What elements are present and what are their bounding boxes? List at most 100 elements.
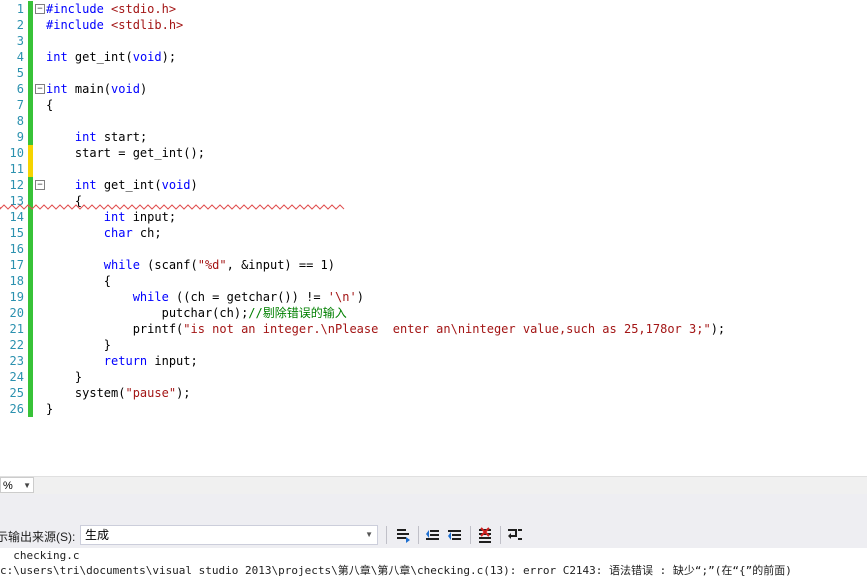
saved-change-marker: [28, 17, 33, 33]
output-source-select[interactable]: 生成 ▼: [80, 525, 378, 545]
saved-change-marker: [28, 305, 33, 321]
line-number: 16: [9, 242, 24, 256]
code-text: {: [46, 98, 54, 112]
code-line[interactable]: 3: [0, 33, 867, 49]
code-text: return input;: [103, 354, 198, 368]
line-number: 18: [9, 274, 24, 288]
collapse-icon[interactable]: −: [35, 84, 45, 94]
chevron-down-icon: ▼: [365, 530, 373, 539]
output-source-value: 生成: [85, 528, 110, 542]
saved-change-marker: [28, 273, 33, 289]
zoom-level-dropdown[interactable]: % ▼: [0, 477, 34, 493]
collapse-icon[interactable]: −: [35, 180, 45, 190]
code-text: while ((ch = getchar()) != '\n'): [132, 290, 364, 304]
code-line[interactable]: 2 #include <stdlib.h>: [0, 17, 867, 33]
code-line[interactable]: 8: [0, 113, 867, 129]
zoom-level-label: %: [3, 480, 13, 492]
code-line[interactable]: 7{: [0, 97, 867, 113]
saved-change-marker: [28, 33, 33, 49]
code-line[interactable]: 6 − int main(void): [0, 81, 867, 97]
line-number: 24: [9, 370, 24, 384]
toolbar-separator: [500, 526, 501, 544]
saved-change-marker: [28, 241, 33, 257]
code-line[interactable]: 1 − #include <stdio.h>: [0, 1, 867, 17]
code-line[interactable]: 11: [0, 161, 867, 177]
line-number: 7: [16, 98, 24, 112]
saved-change-marker: [28, 337, 33, 353]
code-text: #include <stdlib.h>: [46, 18, 184, 32]
saved-change-marker: [28, 289, 33, 305]
code-line[interactable]: 15 char ch;: [0, 225, 867, 241]
code-line[interactable]: 5: [0, 65, 867, 81]
saved-change-marker: [28, 385, 33, 401]
line-number: 22: [9, 338, 24, 352]
line-number: 19: [9, 290, 24, 304]
toolbar-separator: [386, 526, 387, 544]
line-number: 3: [16, 34, 24, 48]
toggle-word-wrap-icon[interactable]: [506, 526, 524, 544]
output-line[interactable]: c:\users\tri\documents\visual studio 201…: [0, 563, 792, 578]
code-line[interactable]: 4 int get_int(void);: [0, 49, 867, 65]
saved-change-marker: [28, 49, 33, 65]
error-squiggle: [0, 204, 345, 210]
code-line[interactable]: 26}: [0, 401, 867, 417]
line-number: 6: [16, 82, 24, 96]
next-message-icon[interactable]: [446, 526, 464, 544]
code-line[interactable]: 20 putchar(ch);//剔除错误的输入: [0, 305, 867, 321]
line-number: 4: [16, 50, 24, 64]
code-line[interactable]: 24 }: [0, 369, 867, 385]
code-text: putchar(ch);//剔除错误的输入: [46, 306, 347, 320]
saved-change-marker: [28, 401, 33, 417]
saved-change-marker: [28, 129, 33, 145]
code-line[interactable]: 25 system("pause");: [0, 385, 867, 401]
code-text: start = get_int();: [46, 146, 205, 160]
saved-change-marker: [28, 81, 33, 97]
clear-all-icon[interactable]: [476, 526, 494, 544]
code-line[interactable]: 14 int input;: [0, 209, 867, 225]
code-line[interactable]: 18 {: [0, 273, 867, 289]
code-line[interactable]: 9 int start;: [0, 129, 867, 145]
code-line[interactable]: 23 return input;: [0, 353, 867, 369]
code-line[interactable]: 17 while (scanf("%d", &input) == 1): [0, 257, 867, 273]
code-text: }: [46, 370, 83, 384]
code-line[interactable]: 12 − int get_int(void): [0, 177, 867, 193]
line-number: 11: [9, 162, 24, 176]
unsaved-change-marker: [28, 161, 33, 177]
code-text: int main(void): [46, 82, 148, 96]
code-line[interactable]: 22 }: [0, 337, 867, 353]
panel-splitter[interactable]: [0, 494, 867, 520]
saved-change-marker: [28, 1, 33, 17]
output-source-label: 示输出来源(S):: [0, 530, 76, 544]
code-line[interactable]: 21 printf("is not an integer.\nPlease en…: [0, 321, 867, 337]
line-number: 10: [9, 146, 24, 160]
code-line[interactable]: 10 start = get_int();: [0, 145, 867, 161]
goto-location-icon[interactable]: [394, 526, 412, 544]
code-text: system("pause");: [46, 386, 191, 400]
line-number: 25: [9, 386, 24, 400]
saved-change-marker: [28, 257, 33, 273]
saved-change-marker: [28, 65, 33, 81]
code-line[interactable]: 19 while ((ch = getchar()) != '\n'): [0, 289, 867, 305]
saved-change-marker: [28, 209, 33, 225]
line-number: 9: [16, 130, 24, 144]
saved-change-marker: [28, 113, 33, 129]
chevron-down-icon: ▼: [23, 481, 31, 490]
code-text: printf("is not an integer.\nPlease enter…: [46, 322, 726, 336]
line-number: 21: [9, 322, 24, 336]
code-editor[interactable]: 1− #include <stdio.h> 2 #include <stdlib.h>…: [0, 0, 867, 476]
saved-change-marker: [28, 177, 33, 193]
output-pane[interactable]: checking.c c:\users\tri\documents\visual…: [0, 548, 867, 579]
toolbar-separator: [418, 526, 419, 544]
code-text: int get_int(void);: [46, 50, 177, 64]
line-number: 8: [16, 114, 24, 128]
previous-message-icon[interactable]: [424, 526, 442, 544]
code-text: {: [46, 274, 112, 288]
collapse-icon[interactable]: −: [35, 4, 45, 14]
line-number: 12: [9, 178, 24, 192]
editor-horizontal-scrollbar[interactable]: [0, 476, 867, 495]
saved-change-marker: [28, 353, 33, 369]
line-number: 17: [9, 258, 24, 272]
code-text: }: [46, 338, 112, 352]
saved-change-marker: [28, 97, 33, 113]
code-line[interactable]: 16: [0, 241, 867, 257]
